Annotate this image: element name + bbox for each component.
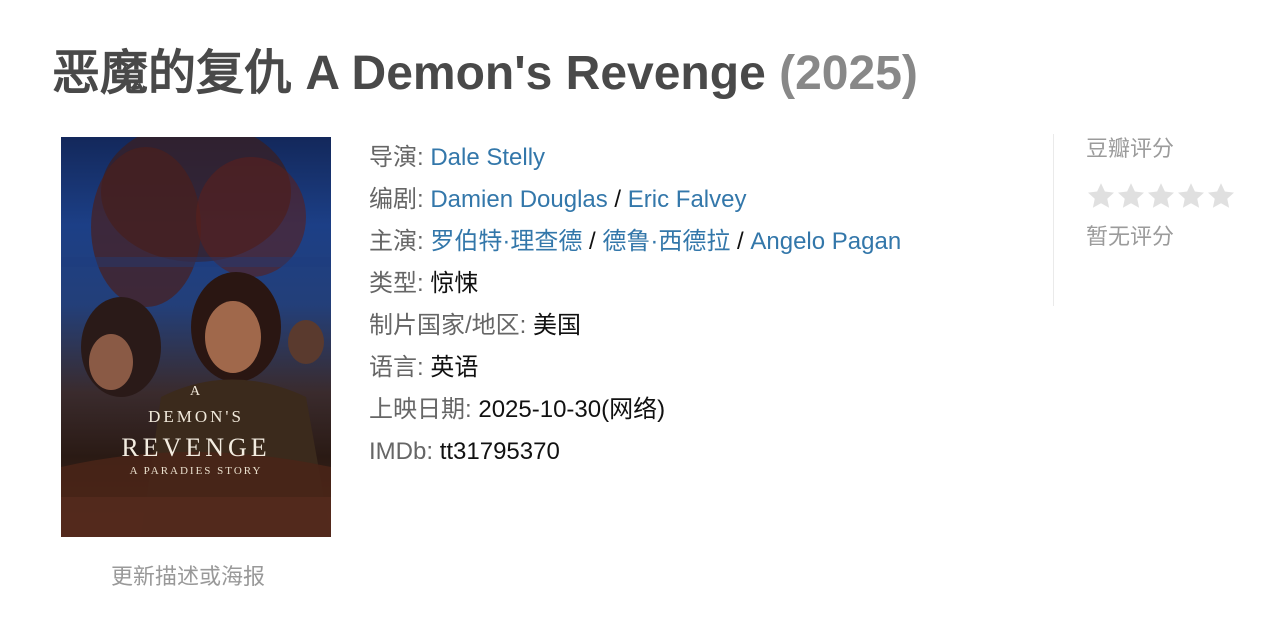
star-icon <box>1148 183 1174 208</box>
cast-row: 主演: 罗伯特·理查德 / 德鲁·西德拉 / Angelo Pagan <box>369 221 1029 263</box>
cast-link[interactable]: 德鲁·西德拉 <box>602 228 730 255</box>
country-value: 美国 <box>533 312 582 339</box>
separator: / <box>607 186 628 213</box>
release-date-value: 2025-10-30(网络) <box>478 396 666 423</box>
country-label: 制片国家/地区 <box>369 312 520 339</box>
colon: : <box>519 312 534 339</box>
language-label: 语言 <box>369 354 417 381</box>
writers-row: 编剧: Damien Douglas / Eric Falvey <box>369 179 1029 221</box>
imdb-label: IMDb <box>369 438 427 465</box>
separator: / <box>730 228 751 255</box>
director-label: 导演 <box>369 144 417 171</box>
rating-label: 豆瓣评分 <box>1086 136 1175 161</box>
colon: : <box>417 270 431 297</box>
rating-panel: 豆瓣评分 暂无评分 <box>1053 134 1280 306</box>
imdb-value: tt31795370 <box>439 438 560 465</box>
cast-label: 主演 <box>369 228 417 255</box>
colon: : <box>417 186 431 213</box>
rating-stars <box>1086 180 1236 214</box>
cast-link[interactable]: 罗伯特·理查德 <box>430 228 582 255</box>
imdb-row: IMDb: tt31795370 <box>369 431 1029 473</box>
poster-artwork <box>61 137 331 537</box>
poster-title-line-2: DEMON'S <box>148 407 244 426</box>
star-icon <box>1178 183 1204 208</box>
rating-status: 暂无评分 <box>1086 224 1175 249</box>
writer-link[interactable]: Eric Falvey <box>628 186 747 213</box>
star-icon <box>1208 183 1234 208</box>
title-year: (2025) <box>779 47 918 100</box>
colon: : <box>465 396 479 423</box>
genre-row: 类型: 惊悚 <box>369 263 1029 305</box>
language-value: 英语 <box>430 354 479 381</box>
star-icon <box>1118 183 1144 208</box>
colon: : <box>417 354 431 381</box>
release-date-row: 上映日期: 2025-10-30(网络) <box>369 389 1029 431</box>
country-row: 制片国家/地区: 美国 <box>369 305 1029 347</box>
movie-info: 导演: Dale Stelly 编剧: Damien Douglas / Eri… <box>369 137 1029 473</box>
page-title: 恶魔的复仇 A Demon's Revenge (2025) <box>52 44 918 104</box>
genre-value: 惊悚 <box>430 270 479 297</box>
genre-label: 类型 <box>369 270 417 297</box>
writer-link[interactable]: Damien Douglas <box>430 186 607 213</box>
director-row: 导演: Dale Stelly <box>369 137 1029 179</box>
language-row: 语言: 英语 <box>369 347 1029 389</box>
movie-poster[interactable]: A DEMON'S REVENGE A PARADIES STORY <box>61 137 331 537</box>
poster-title-line-3: REVENGE <box>121 433 271 462</box>
update-description-link[interactable]: 更新描述或海报 <box>111 563 265 591</box>
colon: : <box>417 228 431 255</box>
poster-title-line-1: A <box>189 384 203 399</box>
colon: : <box>417 144 431 171</box>
release-date-label: 上映日期 <box>369 396 465 423</box>
title-text: 恶魔的复仇 A Demon's Revenge <box>52 47 766 100</box>
writers-label: 编剧 <box>369 186 417 213</box>
colon: : <box>426 438 440 465</box>
poster-subtitle: A PARADIES STORY <box>129 465 263 477</box>
star-icon <box>1088 183 1114 208</box>
separator: / <box>582 228 603 255</box>
director-link[interactable]: Dale Stelly <box>430 144 545 171</box>
cast-link[interactable]: Angelo Pagan <box>750 228 901 255</box>
